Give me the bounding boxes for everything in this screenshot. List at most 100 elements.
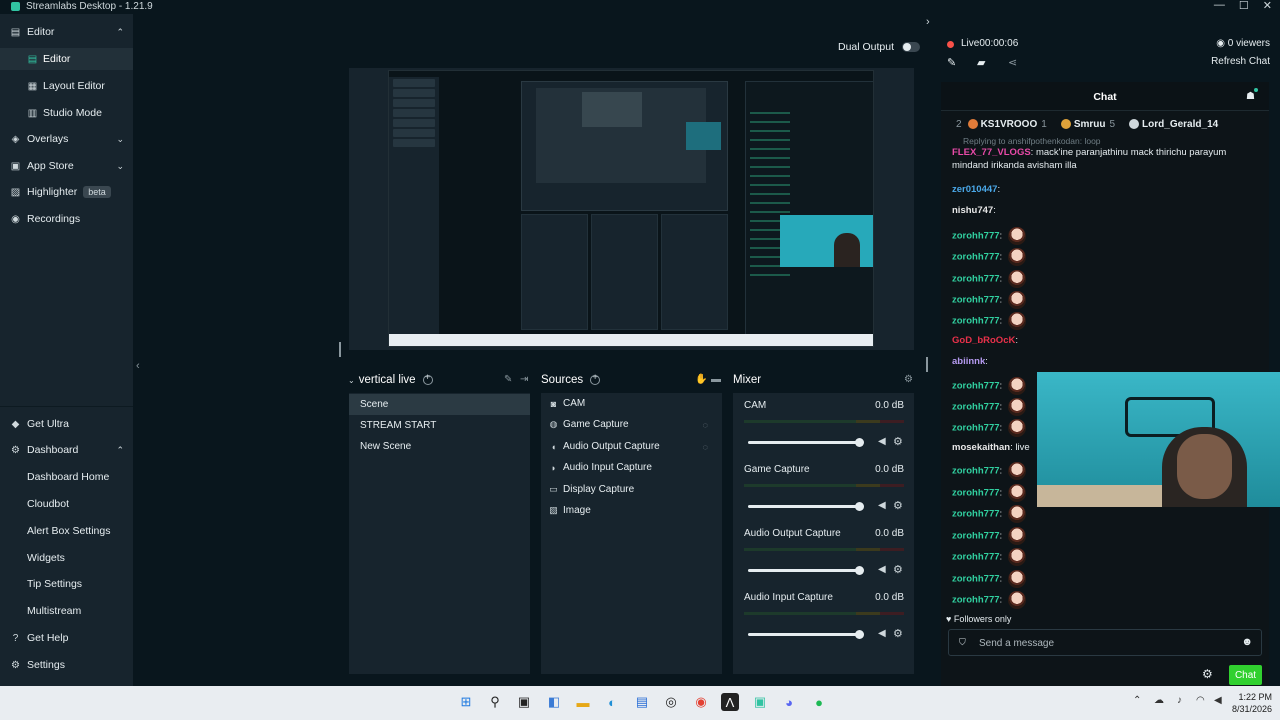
chat-username[interactable]: nishu747 (952, 205, 993, 216)
chat-username[interactable]: GoD_bRoOcK (952, 335, 1015, 346)
sidebar-item-tip-settings[interactable]: Tip Settings (0, 573, 133, 595)
volume-icon[interactable]: ◀ (878, 436, 886, 447)
scene-item[interactable]: Scene (349, 394, 530, 415)
discord-icon[interactable]: ◕ (780, 693, 798, 711)
transition-icon[interactable]: ⇥ (520, 374, 528, 385)
resize-handle[interactable] (926, 357, 928, 372)
sidebar-item-editor-sub[interactable]: ▤ Editor (0, 48, 133, 70)
scene-collection-title[interactable]: vertical live (359, 374, 416, 386)
windows-start-icon[interactable]: ⊞ (457, 693, 475, 711)
maximize-button[interactable]: ☐ (1239, 0, 1249, 12)
hand-icon[interactable]: ✋ (695, 374, 707, 385)
source-item-audio-output[interactable]: ◖ Audio Output Capture ◌ (548, 436, 718, 457)
add-scene-icon[interactable] (422, 372, 433, 385)
chat-username[interactable]: zorohh777 (952, 552, 1000, 563)
gear-icon[interactable]: ⚙ (893, 563, 903, 576)
share-icon[interactable]: ⋖ (1008, 56, 1017, 69)
chat-username[interactable]: zorohh777 (952, 531, 1000, 542)
sidebar-item-settings[interactable]: ⚙ Settings (0, 654, 133, 676)
sidebar-item-layout-editor[interactable]: ▦ Layout Editor (0, 75, 133, 97)
app-icon[interactable]: Λ (721, 693, 739, 711)
sidebar-item-cloudbot[interactable]: Cloudbot (0, 493, 133, 515)
source-item-cam[interactable]: ◙ CAM (548, 393, 718, 414)
sidebar-item-app-store[interactable]: ▣ App Store ⌄ (0, 155, 133, 177)
chat-username[interactable]: zorohh777 (952, 423, 1000, 434)
chat-message-input[interactable] (979, 636, 1229, 650)
chat-username[interactable]: zorohh777 (952, 231, 1000, 242)
gear-icon[interactable]: ⚙ (893, 435, 903, 448)
sidebar-item-overlays[interactable]: ◈ Overlays ⌄ (0, 128, 133, 150)
volume-slider-handle[interactable] (855, 438, 864, 447)
volume-slider[interactable] (748, 441, 860, 444)
chat-username[interactable]: zer010447 (952, 184, 997, 195)
chat-username[interactable]: zorohh777 (952, 381, 1000, 392)
spotify-icon[interactable]: ● (810, 693, 828, 711)
chevron-down-icon[interactable]: ⌄ (348, 376, 355, 385)
scene-item[interactable]: New Scene (349, 436, 530, 457)
edge-icon[interactable]: ◐ (603, 693, 621, 711)
user-list-icon[interactable]: ☗ (1246, 88, 1258, 102)
volume-icon[interactable]: ◀ (878, 500, 886, 511)
chat-username[interactable]: FLEX_77_VLOGS (952, 147, 1031, 158)
volume-slider[interactable] (748, 505, 860, 508)
sidebar-item-alert-box-settings[interactable]: Alert Box Settings (0, 520, 133, 542)
edit-icon[interactable]: ✎ (947, 56, 956, 69)
store-icon[interactable]: ▤ (633, 693, 651, 711)
source-item-display-capture[interactable]: ▭ Display Capture (548, 479, 718, 500)
microphone-icon[interactable]: ♪ (1177, 695, 1182, 706)
volume-slider-handle[interactable] (855, 630, 864, 639)
volume-slider[interactable] (748, 633, 860, 636)
folder-icon[interactable]: ▬ (711, 374, 721, 385)
chat-username[interactable]: zorohh777 (952, 488, 1000, 499)
chat-settings-icon[interactable]: ⚙ (1202, 667, 1213, 681)
streamlabs-icon[interactable]: ▣ (751, 693, 769, 711)
chat-username[interactable]: zorohh777 (952, 595, 1000, 606)
chat-username[interactable]: zorohh777 (952, 574, 1000, 585)
search-icon[interactable]: ⚲ (486, 693, 504, 711)
sidebar-item-studio-mode[interactable]: ▥ Studio Mode (0, 102, 133, 124)
volume-icon[interactable]: ◀ (1214, 695, 1222, 706)
chevron-up-icon[interactable]: ⌃ (1133, 695, 1141, 706)
sidebar-item-editor[interactable]: ▤ Editor ⌃ (0, 21, 133, 43)
volume-slider-handle[interactable] (855, 502, 864, 511)
resize-handle[interactable] (339, 342, 341, 357)
scene-item[interactable]: STREAM START (349, 415, 530, 436)
chat-username[interactable]: zorohh777 (952, 402, 1000, 413)
sidebar-item-dashboard-home[interactable]: Dashboard Home (0, 466, 133, 488)
clock[interactable]: 1:22 PM 8/31/2026 (1232, 691, 1272, 715)
minimize-button[interactable]: — (1214, 0, 1225, 12)
send-chat-button[interactable]: Chat (1229, 665, 1262, 685)
network-cloud-icon[interactable]: ☁ (1154, 695, 1164, 706)
task-view-icon[interactable]: ▣ (515, 693, 533, 711)
file-explorer-icon[interactable]: ▬ (574, 693, 592, 711)
source-item-audio-input[interactable]: ◗ Audio Input Capture (548, 457, 718, 478)
stream-preview[interactable] (349, 68, 914, 350)
add-source-icon[interactable] (590, 372, 601, 385)
chat-username[interactable]: mosekaithan (952, 442, 1010, 453)
chrome-icon[interactable]: ◉ (692, 693, 710, 711)
widgets-icon[interactable]: ◧ (545, 693, 563, 711)
sidebar-item-dashboard[interactable]: ⚙ Dashboard ⌃ (0, 439, 133, 461)
refresh-chat-button[interactable]: Refresh Chat (1211, 56, 1270, 67)
gear-icon[interactable]: ⚙ (893, 627, 903, 640)
chat-username[interactable]: zorohh777 (952, 252, 1000, 263)
sidebar-item-get-ultra[interactable]: ◆ Get Ultra (0, 413, 133, 435)
chat-username[interactable]: zorohh777 (952, 295, 1000, 306)
volume-slider-handle[interactable] (855, 566, 864, 575)
chat-username[interactable]: zorohh777 (952, 509, 1000, 520)
sidebar-item-recordings[interactable]: ◉ Recordings (0, 208, 133, 230)
sidebar-item-widgets[interactable]: Widgets (0, 547, 133, 569)
sidebar-item-get-help[interactable]: ? Get Help (0, 627, 133, 649)
sidebar-item-highlighter[interactable]: ▨ Highlighter beta (0, 181, 133, 203)
sidebar-item-multistream[interactable]: Multistream (0, 600, 133, 622)
wifi-icon[interactable]: ◠ (1196, 695, 1205, 706)
mixer-gear-icon[interactable]: ⚙ (904, 374, 913, 385)
gear-icon[interactable]: ⚙ (893, 499, 903, 512)
chat-username[interactable]: abiinnk (952, 356, 985, 367)
collapse-sidebar-icon[interactable]: ‹ (136, 360, 140, 372)
folder-icon[interactable]: ▰ (977, 56, 985, 69)
emoji-icon[interactable]: ☻ (1241, 636, 1253, 648)
chat-username[interactable]: zorohh777 (952, 466, 1000, 477)
toggle-switch[interactable] (902, 42, 921, 52)
chevron-right-icon[interactable]: › (926, 16, 930, 28)
